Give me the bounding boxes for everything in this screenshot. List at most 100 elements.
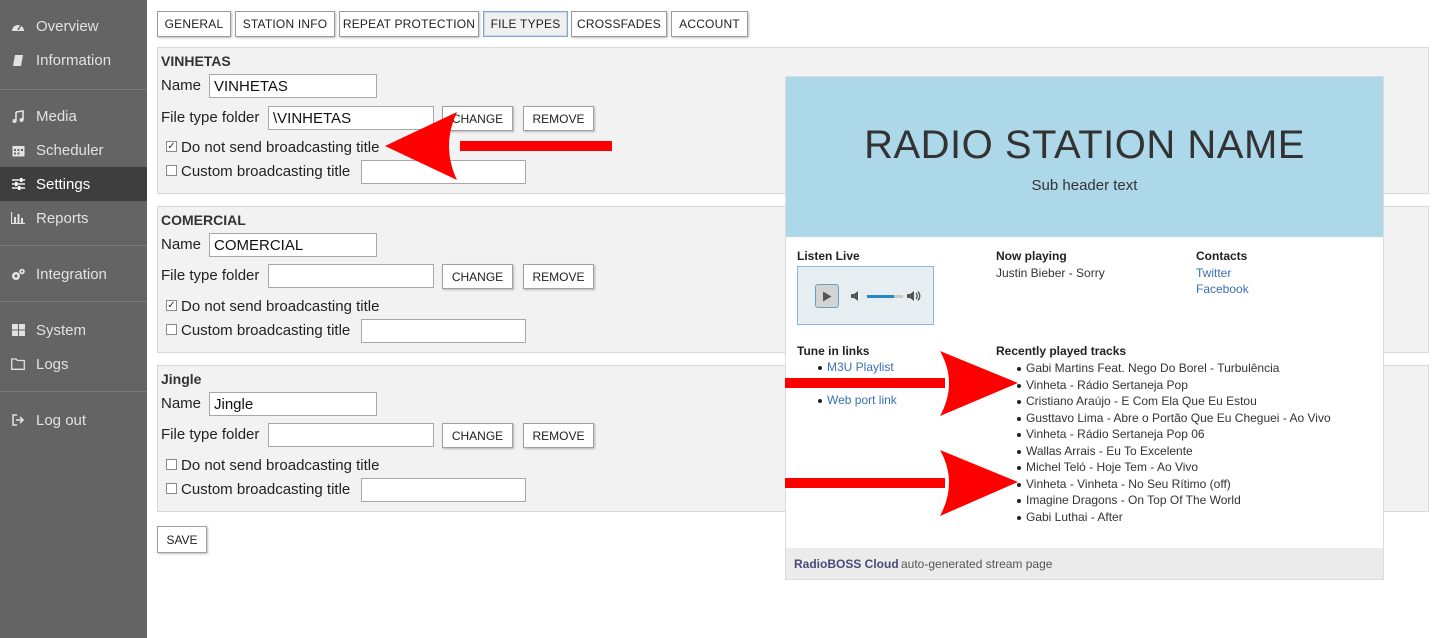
custom-title-checkbox[interactable]: [166, 483, 177, 494]
dashboard-icon: [11, 19, 25, 33]
change-folder-button[interactable]: CHANGE: [442, 264, 513, 289]
name-label: Name: [161, 77, 202, 94]
sidebar-item-overview[interactable]: Overview: [0, 9, 147, 43]
sidebar-item-system[interactable]: System: [0, 313, 147, 347]
sidebar-divider: [0, 245, 147, 246]
folder-label: File type folder: [161, 109, 260, 126]
station-subheader: Sub header text: [1031, 177, 1138, 194]
tab-crossfades[interactable]: CROSSFADES: [571, 11, 667, 37]
name-input[interactable]: [209, 74, 377, 98]
twitter-link[interactable]: Twitter: [1196, 266, 1231, 280]
folder-input[interactable]: [268, 106, 434, 130]
folder-input[interactable]: [268, 264, 434, 288]
facebook-link[interactable]: Facebook: [1196, 282, 1249, 296]
stream-page-header: RADIO STATION NAME Sub header text: [786, 77, 1383, 237]
custom-title-input[interactable]: [361, 319, 526, 343]
list-bullet: [818, 399, 822, 403]
sidebar-item-label: System: [36, 321, 87, 339]
list-bullet: [1017, 400, 1021, 404]
list-bullet: [1017, 499, 1021, 503]
list-bullet: [1017, 383, 1021, 388]
volume-slider-fill: [867, 295, 894, 298]
custom-title-label: Custom broadcasting title: [181, 322, 351, 339]
calendar-icon: [11, 143, 25, 157]
sidebar-item-label: Settings: [36, 175, 91, 193]
recent-track-item: Gabi Martins Feat. Nego Do Borel - Turbu…: [1026, 361, 1280, 375]
now-playing-track: Justin Bieber - Sorry: [996, 266, 1105, 280]
play-icon: [823, 291, 832, 301]
no-title-label: Do not send broadcasting title: [181, 139, 380, 156]
remove-folder-button[interactable]: REMOVE: [523, 264, 594, 289]
audio-player: [797, 266, 934, 325]
sidebar-item-label: Scheduler: [36, 141, 104, 159]
recent-track-item: Gabi Luthai - After: [1026, 509, 1123, 524]
folder-icon: [11, 357, 25, 371]
tab-station-info[interactable]: STATION INFO: [235, 11, 335, 37]
folder-label: File type folder: [161, 267, 260, 284]
sidebar-item-settings[interactable]: Settings: [0, 167, 147, 201]
volume-icon: [907, 291, 921, 301]
web-port-link[interactable]: Web port link: [827, 393, 897, 407]
sidebar-item-scheduler[interactable]: Scheduler: [0, 133, 147, 167]
custom-title-input[interactable]: [361, 478, 526, 502]
name-input[interactable]: [209, 233, 377, 257]
checkmark-icon: ✓: [167, 140, 176, 152]
sidebar-item-logout[interactable]: Log out: [0, 403, 147, 437]
recent-track-item: Cristiano Araújo - E Com Ela Que Eu Esto…: [1026, 394, 1257, 408]
recently-played-heading: Recently played tracks: [996, 344, 1127, 358]
bar-chart-icon: [11, 211, 25, 225]
tab-account[interactable]: ACCOUNT: [671, 11, 748, 37]
save-button[interactable]: SAVE: [157, 526, 207, 553]
list-bullet: [1017, 416, 1021, 421]
remove-folder-button[interactable]: REMOVE: [523, 106, 594, 131]
sidebar-item-label: Logs: [36, 355, 69, 373]
recent-track-item: Vinheta - Vinheta - No Seu Rítimo (off): [1026, 476, 1231, 491]
cogs-icon: [11, 267, 25, 281]
sidebar-item-reports[interactable]: Reports: [0, 201, 147, 235]
sidebar-item-information[interactable]: Information: [0, 43, 147, 77]
remove-folder-button[interactable]: REMOVE: [523, 423, 594, 448]
recent-track-item: Vinheta - Rádio Sertaneja Pop 06: [1026, 427, 1205, 441]
sidebar-item-label: Log out: [36, 411, 87, 429]
no-title-checkbox[interactable]: [166, 459, 177, 470]
change-folder-button[interactable]: CHANGE: [442, 106, 513, 131]
book-icon: [11, 53, 25, 67]
tune-in-heading: Tune in links: [797, 344, 870, 358]
m3u-playlist-link[interactable]: M3U Playlist: [827, 360, 894, 374]
custom-title-input[interactable]: [361, 160, 526, 184]
sign-out-icon: [11, 413, 25, 427]
custom-title-checkbox[interactable]: [166, 324, 177, 335]
mute-icon[interactable]: [850, 290, 862, 302]
name-label: Name: [161, 395, 202, 412]
tab-repeat-protection[interactable]: REPEAT PROTECTION: [339, 11, 479, 37]
sidebar: Overview Information Media Scheduler Set…: [0, 0, 147, 638]
list-bullet: [818, 366, 822, 370]
stream-page-preview: RADIO STATION NAME Sub header text Liste…: [785, 76, 1384, 580]
recent-track-item: Michel Teló - Hoje Tem - Ao Vivo: [1026, 460, 1199, 474]
no-title-checkbox[interactable]: ✓: [166, 300, 177, 311]
section-title: COMERCIAL: [161, 212, 246, 228]
sidebar-divider: [0, 89, 147, 90]
folder-input[interactable]: [268, 423, 434, 447]
sidebar-item-media[interactable]: Media: [0, 99, 147, 133]
section-title: Jingle: [161, 371, 202, 387]
recent-track-item: Gusttavo Lima - Abre o Portão Que Eu Che…: [1026, 410, 1331, 425]
tab-file-types[interactable]: FILE TYPES: [483, 11, 568, 37]
windows-icon: [11, 323, 25, 337]
sidebar-item-label: Reports: [36, 209, 89, 227]
custom-title-checkbox[interactable]: [166, 165, 177, 176]
volume-slider[interactable]: [867, 295, 903, 298]
change-folder-button[interactable]: CHANGE: [442, 423, 513, 448]
folder-label: File type folder: [161, 426, 260, 443]
listen-live-heading: Listen Live: [797, 249, 860, 263]
no-title-checkbox[interactable]: ✓: [166, 141, 177, 152]
sidebar-item-integration[interactable]: Integration: [0, 257, 147, 291]
sidebar-item-label: Integration: [36, 265, 107, 283]
sidebar-item-logs[interactable]: Logs: [0, 347, 147, 381]
name-input[interactable]: [209, 392, 377, 416]
sidebar-divider: [0, 391, 147, 392]
play-button[interactable]: [815, 284, 839, 308]
tab-general[interactable]: GENERAL: [157, 11, 231, 37]
contacts-heading: Contacts: [1196, 249, 1248, 263]
sidebar-divider: [0, 301, 147, 302]
